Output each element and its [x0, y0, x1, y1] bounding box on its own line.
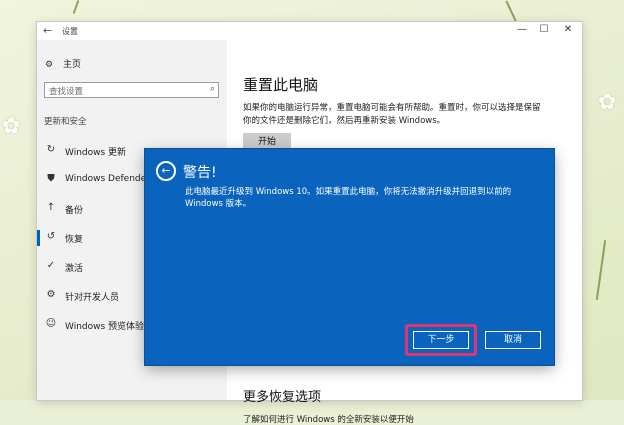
more-options-title: 更多恢复选项 [243, 390, 322, 405]
home-item[interactable]: ⚙ 主页 [45, 57, 81, 70]
back-arrow-icon[interactable]: ← [156, 161, 176, 181]
maximize-icon[interactable]: ☐ [537, 24, 551, 35]
search-input[interactable]: 查找设置 ⌕ [44, 82, 219, 98]
wallpaper-flower: ✿ [598, 90, 617, 115]
search-icon[interactable]: ⌕ [210, 84, 215, 94]
wallpaper-flower: ✿ [2, 114, 21, 139]
dialog-title: 警告! [183, 165, 217, 181]
shield-icon: ⛊ [47, 173, 55, 184]
gear-icon: ⚙ [45, 60, 54, 70]
refresh-icon: ↻ [46, 144, 56, 155]
person-gear-icon: ☺ [45, 318, 57, 329]
developer-icon: ⚙ [46, 289, 56, 300]
dialog-message: 此电脑最近升级到 Windows 10。如果重置此电脑，你将无法撤消升级并回退到… [185, 187, 512, 209]
next-button[interactable]: 下一步 [413, 331, 469, 349]
back-arrow-icon[interactable]: ← [43, 24, 52, 37]
search-placeholder: 查找设置 [49, 87, 84, 97]
recovery-icon: ↺ [46, 231, 56, 242]
backup-icon: ↑ [46, 202, 56, 213]
page-title: 重置此电脑 [243, 76, 319, 94]
warning-dialog: ← 警告! 此电脑最近升级到 Windows 10。如果重置此电脑，你将无法撤消… [145, 149, 554, 365]
title-bar: ← 设置 — ☐ ✕ [37, 22, 582, 40]
cancel-button[interactable]: 取消 [485, 331, 541, 349]
reset-description: 如果你的电脑运行异常，重置电脑可能会有所帮助。重置时，你可以选择是保留你的文件还… [243, 103, 541, 126]
check-circle-icon: ✓ [46, 260, 56, 271]
section-label: 更新和安全 [44, 117, 87, 127]
home-label: 主页 [63, 60, 82, 70]
more-options-link[interactable]: 了解如何进行 Windows 的全新安装以便开始 [243, 413, 414, 425]
window-title: 设置 [62, 27, 78, 36]
close-icon[interactable]: ✕ [561, 24, 575, 35]
minimize-icon[interactable]: — [515, 24, 529, 35]
